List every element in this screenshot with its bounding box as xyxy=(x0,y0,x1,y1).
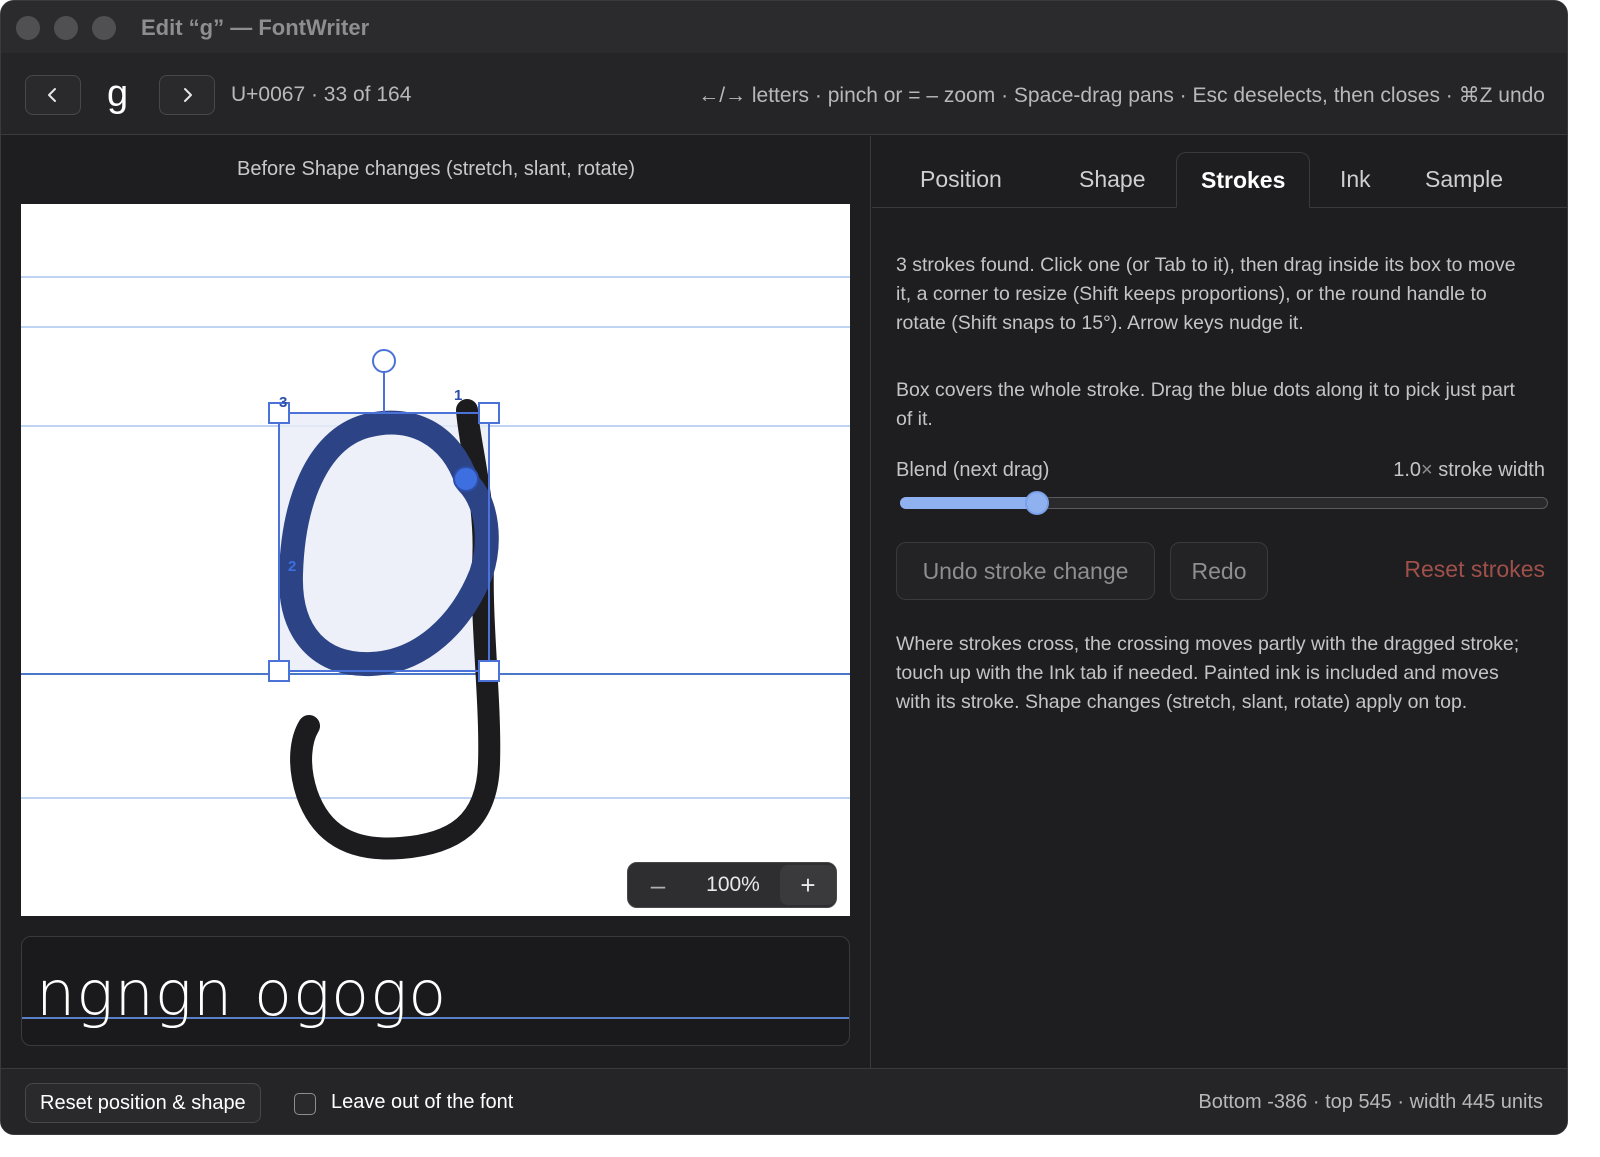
undo-stroke-change-button[interactable]: Undo stroke change xyxy=(896,542,1155,600)
tab-strokes[interactable]: Strokes xyxy=(1176,152,1311,208)
blend-suffix: stroke width xyxy=(1438,459,1545,481)
chevron-right-icon xyxy=(184,88,192,102)
box-info: Box covers the whole stroke. Drag the bl… xyxy=(896,379,1515,430)
reset-position-shape-button[interactable]: Reset position & shape xyxy=(25,1083,261,1123)
resize-handle-bottom-right[interactable] xyxy=(478,660,500,682)
keyboard-hints: ←/→ letters · pinch or = – zoom · Space-… xyxy=(698,84,1545,107)
zoom-window-button[interactable] xyxy=(92,16,116,40)
resize-handle-top-right[interactable] xyxy=(478,402,500,424)
blend-slider[interactable] xyxy=(900,491,1548,515)
app-window: Edit “g” — FontWriter g U+0067 · 33 of 1… xyxy=(0,0,1568,1135)
zoom-out-button[interactable]: – xyxy=(630,865,686,905)
chevron-left-icon xyxy=(48,88,56,102)
sample-text: ngngn ogogo xyxy=(36,957,448,1030)
stroke-label-1: 1 xyxy=(454,387,462,404)
range-dot[interactable] xyxy=(453,466,479,492)
blend-label: Blend (next drag) xyxy=(896,459,1050,481)
current-glyph: g xyxy=(107,73,129,115)
blend-value: 1.0× stroke width xyxy=(1393,459,1545,482)
rotate-handle[interactable] xyxy=(372,349,396,373)
inspector-panel: Position Shape Strokes Ink Sample 3 stro… xyxy=(872,136,1567,1068)
minimize-window-button[interactable] xyxy=(54,16,78,40)
editor-panel: Before Shape changes (stretch, slant, ro… xyxy=(1,136,871,1068)
tab-ink[interactable]: Ink xyxy=(1340,166,1371,193)
canvas-caption: Before Shape changes (stretch, slant, ro… xyxy=(237,158,635,180)
previous-glyph-button[interactable] xyxy=(25,75,81,115)
zoom-in-button[interactable]: + xyxy=(780,865,836,905)
sample-preview: ngngn ogogo xyxy=(21,936,850,1046)
window-title: Edit “g” — FontWriter xyxy=(141,15,370,40)
blend-slider-thumb[interactable] xyxy=(1024,491,1049,515)
glyph-info: U+0067 · 33 of 164 xyxy=(231,83,412,106)
tab-position[interactable]: Position xyxy=(920,166,1002,193)
glyph-canvas[interactable]: 1 2 3 – 100% + xyxy=(21,204,850,916)
stroke-label-2: 2 xyxy=(288,558,296,575)
next-glyph-button[interactable] xyxy=(159,75,215,115)
redo-button[interactable]: Redo xyxy=(1170,542,1268,600)
tab-shape[interactable]: Shape xyxy=(1079,166,1146,193)
resize-handle-bottom-left[interactable] xyxy=(268,660,290,682)
title-bar: Edit “g” — FontWriter xyxy=(1,1,1567,53)
blend-number: 1.0 xyxy=(1393,459,1422,481)
inspector-tabs: Position Shape Strokes Ink Sample xyxy=(872,136,1567,208)
leave-out-label[interactable]: Leave out of the font xyxy=(331,1091,513,1114)
reset-strokes-button[interactable]: Reset strokes xyxy=(1404,556,1545,583)
blend-multiplier: × xyxy=(1421,459,1433,481)
crossing-note: Where strokes cross, the crossing moves … xyxy=(896,633,1520,713)
glyph-drawing: 1 2 3 xyxy=(21,276,850,860)
blend-slider-fill xyxy=(900,497,1037,509)
zoom-control: – 100% + xyxy=(627,862,837,908)
zoom-level: 100% xyxy=(706,873,760,896)
toolbar: g U+0067 · 33 of 164 ←/→ letters · pinch… xyxy=(1,53,1567,135)
tab-sample[interactable]: Sample xyxy=(1425,166,1503,193)
bottom-bar: Reset position & shape Leave out of the … xyxy=(1,1068,1567,1134)
glyph-metrics: Bottom -386 · top 545 · width 445 units xyxy=(1198,1091,1543,1113)
leave-out-checkbox[interactable] xyxy=(294,1093,316,1115)
strokes-intro: 3 strokes found. Click one (or Tab to it… xyxy=(896,254,1516,334)
stroke-label-3: 3 xyxy=(279,394,287,411)
close-window-button[interactable] xyxy=(16,16,40,40)
